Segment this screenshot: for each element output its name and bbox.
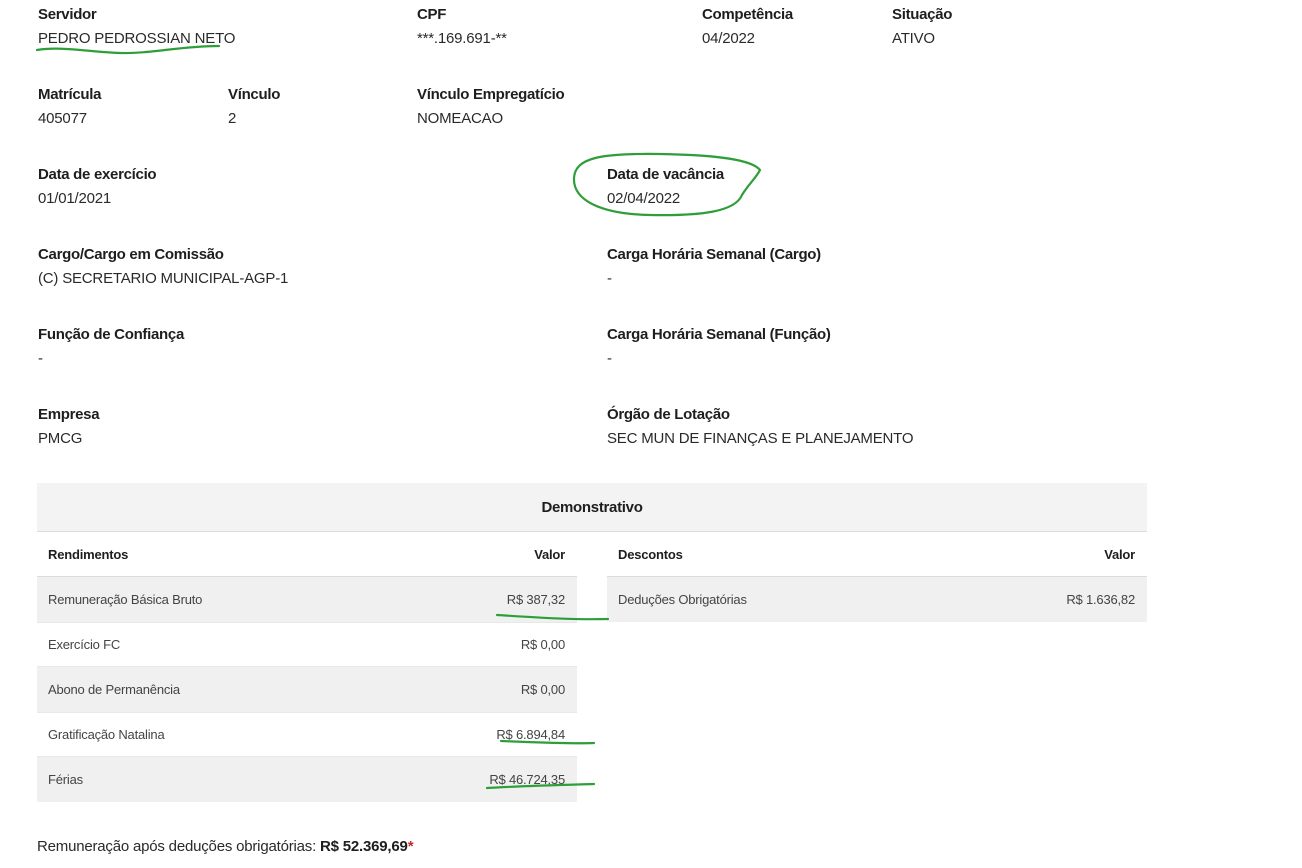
competencia-label: Competência [702,6,793,23]
rendimentos-table: Rendimentos Valor Remuneração Básica Bru… [37,532,577,802]
demonstrativo-title: Demonstrativo [541,498,643,516]
situacao-label: Situação [892,6,953,23]
remuneracao-value: R$ 52.369,69 [320,838,408,855]
empresa-value: PMCG [38,430,83,447]
cpf-value: ***.169.691-** [417,30,507,47]
vinculo-field: Vínculo 2 [228,86,280,127]
row-value: R$ 0,00 [520,682,565,697]
cargo-label: Cargo/Cargo em Comissão [38,246,224,263]
carga-funcao-field: Carga Horária Semanal (Função) - [607,326,831,367]
rendimentos-value-header: Valor [534,546,565,562]
competencia-field: Competência 04/2022 [702,6,793,47]
servidor-underline-mark [35,44,221,55]
row-label: Gratificação Natalina [48,727,165,742]
demonstrativo-header: Demonstrativo [37,483,1147,532]
rendimentos-header: Rendimentos [48,546,129,562]
data-exercicio-value: 01/01/2021 [38,190,112,207]
matricula-label: Matrícula [38,86,102,103]
vinculo-empregaticio-value: NOMEACAO [417,110,503,127]
table-row: Deduções Obrigatórias R$ 1.636,82 [607,577,1147,622]
descontos-header: Descontos [618,546,683,562]
funcao-confianca-value: - [38,350,43,367]
descontos-header-row: Descontos Valor [607,532,1147,577]
servidor-label: Servidor [38,6,97,23]
row-label: Férias [48,772,83,787]
table-row: Remuneração Básica Bruto R$ 387,32 [37,577,577,622]
cargo-value: (C) SECRETARIO MUNICIPAL-AGP-1 [38,270,289,287]
descontos-value-header: Valor [1104,546,1135,562]
empresa-field: Empresa PMCG [38,406,100,447]
remuneracao-total: Remuneração após deduções obrigatórias: … [37,838,414,855]
table-row: Abono de Permanência R$ 0,00 [37,667,577,712]
rendimentos-header-row: Rendimentos Valor [37,532,577,577]
situacao-value: ATIVO [892,30,935,47]
row-label: Abono de Permanência [48,682,180,697]
row-value: R$ 0,00 [520,637,565,652]
cpf-label: CPF [417,6,447,23]
row-label: Deduções Obrigatórias [618,592,747,607]
orgao-lotacao-value: SEC MUN DE FINANÇAS E PLANEJAMENTO [607,430,914,447]
carga-cargo-value: - [607,270,612,287]
servidor-field: Servidor PEDRO PEDROSSIAN NETO [38,6,235,47]
carga-funcao-label: Carga Horária Semanal (Função) [607,326,831,343]
row-value: R$ 387,32 [506,592,565,607]
situacao-field: Situação ATIVO [892,6,952,47]
cargo-field: Cargo/Cargo em Comissão (C) SECRETARIO M… [38,246,288,287]
carga-cargo-label: Carga Horária Semanal (Cargo) [607,246,821,263]
data-exercicio-label: Data de exercício [38,166,157,183]
matricula-value: 405077 [38,110,87,127]
competencia-value: 04/2022 [702,30,755,47]
vinculo-empregaticio-label: Vínculo Empregatício [417,86,565,103]
table-row: Gratificação Natalina R$ 6.894,84 [37,712,577,757]
data-vacancia-label: Data de vacância [607,166,724,183]
table-row: Exercício FC R$ 0,00 [37,622,577,667]
row-value: R$ 46.724,35 [489,772,565,787]
carga-cargo-field: Carga Horária Semanal (Cargo) - [607,246,821,287]
table-row: Férias R$ 46.724,35 [37,757,577,802]
data-exercicio-field: Data de exercício 01/01/2021 [38,166,157,207]
carga-funcao-value: - [607,350,612,367]
cpf-field: CPF ***.169.691-** [417,6,507,47]
matricula-field: Matrícula 405077 [38,86,101,127]
servidor-value: PEDRO PEDROSSIAN NETO [38,30,236,47]
vinculo-value: 2 [228,110,237,127]
empresa-label: Empresa [38,406,100,423]
row-value: R$ 1.636,82 [1066,592,1135,607]
orgao-lotacao-field: Órgão de Lotação SEC MUN DE FINANÇAS E P… [607,406,914,447]
row-label: Remuneração Básica Bruto [48,592,203,607]
descontos-table: Descontos Valor Deduções Obrigatórias R$… [607,532,1147,622]
row-value: R$ 6.894,84 [496,727,565,742]
vinculo-label: Vínculo [228,86,281,103]
data-vacancia-value: 02/04/2022 [607,190,681,207]
funcao-confianca-field: Função de Confiança - [38,326,184,367]
funcao-confianca-label: Função de Confiança [38,326,184,343]
asterisk-note: * [407,838,414,855]
row-label: Exercício FC [48,637,121,652]
orgao-lotacao-label: Órgão de Lotação [607,406,730,423]
vinculo-empregaticio-field: Vínculo Empregatício NOMEACAO [417,86,565,127]
remuneracao-label: Remuneração após deduções obrigatórias: [37,838,317,855]
data-vacancia-field: Data de vacância 02/04/2022 [607,166,724,207]
